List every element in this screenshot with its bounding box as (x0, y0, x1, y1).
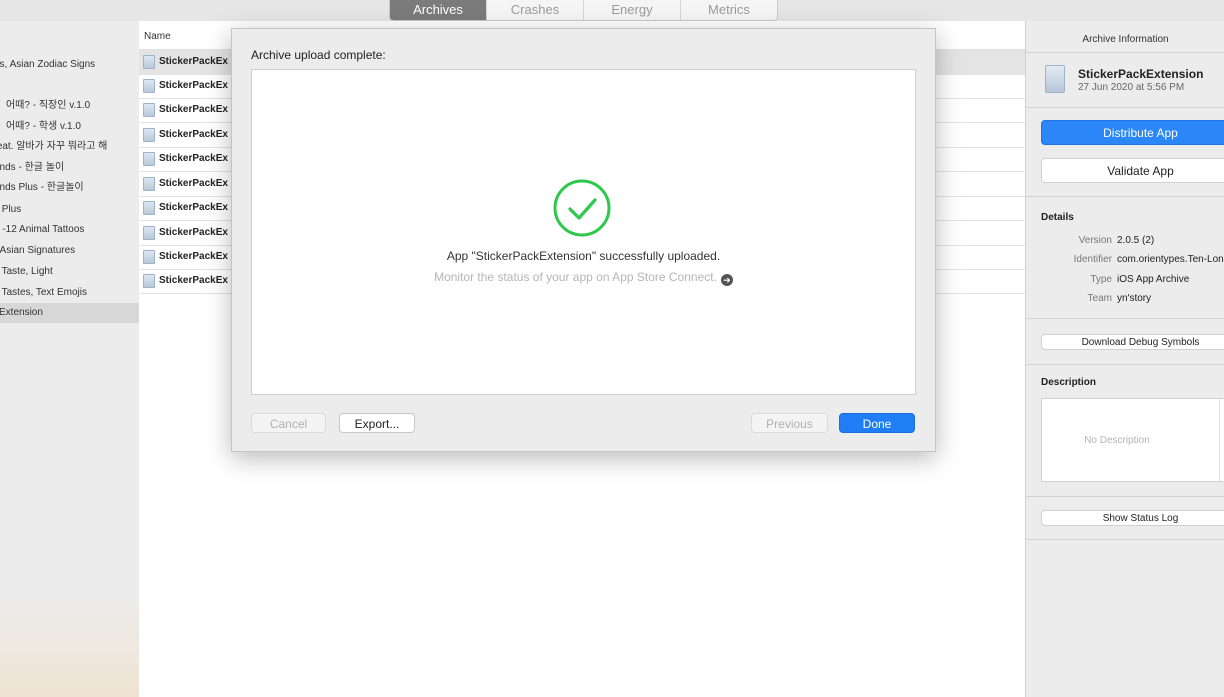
archive-file-icon (143, 250, 155, 264)
description-field[interactable]: No Description (1041, 398, 1224, 483)
sidebar-item[interactable]: unds Plus - 한글놀이 (0, 178, 139, 198)
sidebar-item[interactable]: s Plus (0, 200, 139, 220)
archive-app-name: StickerPackExtension (1078, 67, 1204, 81)
divider (1026, 196, 1224, 197)
archive-name: StickerPackEx (159, 202, 228, 213)
sheet-title: Archive upload complete: (251, 48, 386, 62)
archive-name: StickerPackEx (159, 129, 228, 140)
archive-file-icon (143, 128, 155, 142)
archive-file-icon (143, 103, 155, 117)
previous-button[interactable]: Previous (751, 413, 828, 433)
sidebar-item[interactable]: y Tastes, Text Emojis (0, 283, 139, 303)
inspector-title: Archive Information (1026, 21, 1224, 53)
details-heading: Details (1041, 212, 1074, 223)
archive-file-icon (1045, 65, 1065, 93)
archive-name: StickerPackEx (159, 80, 228, 91)
archive-name: StickerPackEx (159, 104, 228, 115)
sidebar-item[interactable]: ns, Asian Zodiac Signs (0, 55, 139, 75)
divider (1219, 399, 1220, 483)
divider (1026, 107, 1224, 108)
monitor-status-link[interactable]: Monitor the status of your app on App St… (252, 270, 915, 286)
success-message: App "StickerPackExtension" successfully … (446, 249, 721, 263)
archive-name: StickerPackEx (159, 227, 228, 238)
download-debug-symbols-button[interactable]: Download Debug Symbols (1041, 334, 1224, 350)
tab-archives[interactable]: Archives (390, 0, 486, 20)
organizer-tabs: Archives Crashes Energy Metrics (389, 0, 778, 21)
divider (1026, 496, 1224, 497)
divider (1026, 364, 1224, 365)
archive-date: 27 Jun 2020 at 5:56 PM (1078, 82, 1185, 93)
app-sidebar: ns, Asian Zodiac Signs ㅓ 어때? - 직장인 v.1.0… (0, 21, 140, 697)
tab-energy[interactable]: Energy (583, 0, 680, 20)
monitor-message: Monitor the status of your app on App St… (434, 270, 717, 284)
archive-name: StickerPackEx (159, 56, 228, 67)
export-button[interactable]: Export... (339, 413, 415, 433)
archive-file-icon (143, 274, 155, 288)
archive-name: StickerPackEx (159, 178, 228, 189)
archive-inspector: Archive Information StickerPackExtension… (1025, 21, 1224, 697)
archive-name: StickerPackEx (159, 153, 228, 164)
archive-file-icon (143, 201, 155, 215)
archive-file-icon (143, 55, 155, 69)
cancel-button[interactable]: Cancel (251, 413, 326, 433)
distribute-app-button[interactable]: Distribute App (1041, 120, 1224, 145)
sidebar-item[interactable]: o -12 Animal Tattoos (0, 220, 139, 240)
description-placeholder: No Description (1084, 435, 1150, 446)
archive-file-icon (143, 226, 155, 240)
sidebar-item[interactable]: feat. 알바가 자꾸 뭐라고 해 (0, 137, 139, 157)
sidebar-item[interactable]: y Taste, Light (0, 262, 139, 282)
archive-name: StickerPackEx (159, 275, 228, 286)
divider (1026, 318, 1224, 319)
show-status-log-button[interactable]: Show Status Log (1041, 510, 1224, 526)
arrow-right-circle-icon[interactable]: ➜ (720, 274, 733, 286)
archive-name: StickerPackEx (159, 251, 228, 262)
tab-metrics[interactable]: Metrics (680, 0, 777, 20)
top-toolbar: Archives Crashes Energy Metrics (0, 0, 1224, 22)
validate-app-button[interactable]: Validate App (1041, 158, 1224, 183)
tab-crashes[interactable]: Crashes (486, 0, 583, 20)
done-button[interactable]: Done (839, 413, 915, 433)
sidebar-item[interactable]: ㅓ 어때? - 학생 v.1.0 (0, 117, 139, 137)
divider (1026, 539, 1224, 540)
sidebar-item[interactable]: ㅓ 어때? - 직장인 v.1.0 (0, 96, 139, 116)
archive-file-icon (143, 79, 155, 93)
success-checkmark-icon (553, 179, 611, 237)
upload-complete-sheet: Archive upload complete: App "StickerPac… (231, 28, 936, 452)
column-header-name[interactable]: Name (144, 31, 171, 42)
sidebar-item-selected[interactable]: kExtension (0, 303, 139, 323)
archive-file-icon (143, 152, 155, 166)
sidebar-item[interactable]: unds - 한글 놀이 (0, 158, 139, 178)
sheet-content: App "StickerPackExtension" successfully … (251, 69, 916, 395)
sidebar-item[interactable]: - Asian Signatures (0, 241, 139, 261)
description-heading: Description (1041, 377, 1097, 388)
archive-file-icon (143, 177, 155, 191)
